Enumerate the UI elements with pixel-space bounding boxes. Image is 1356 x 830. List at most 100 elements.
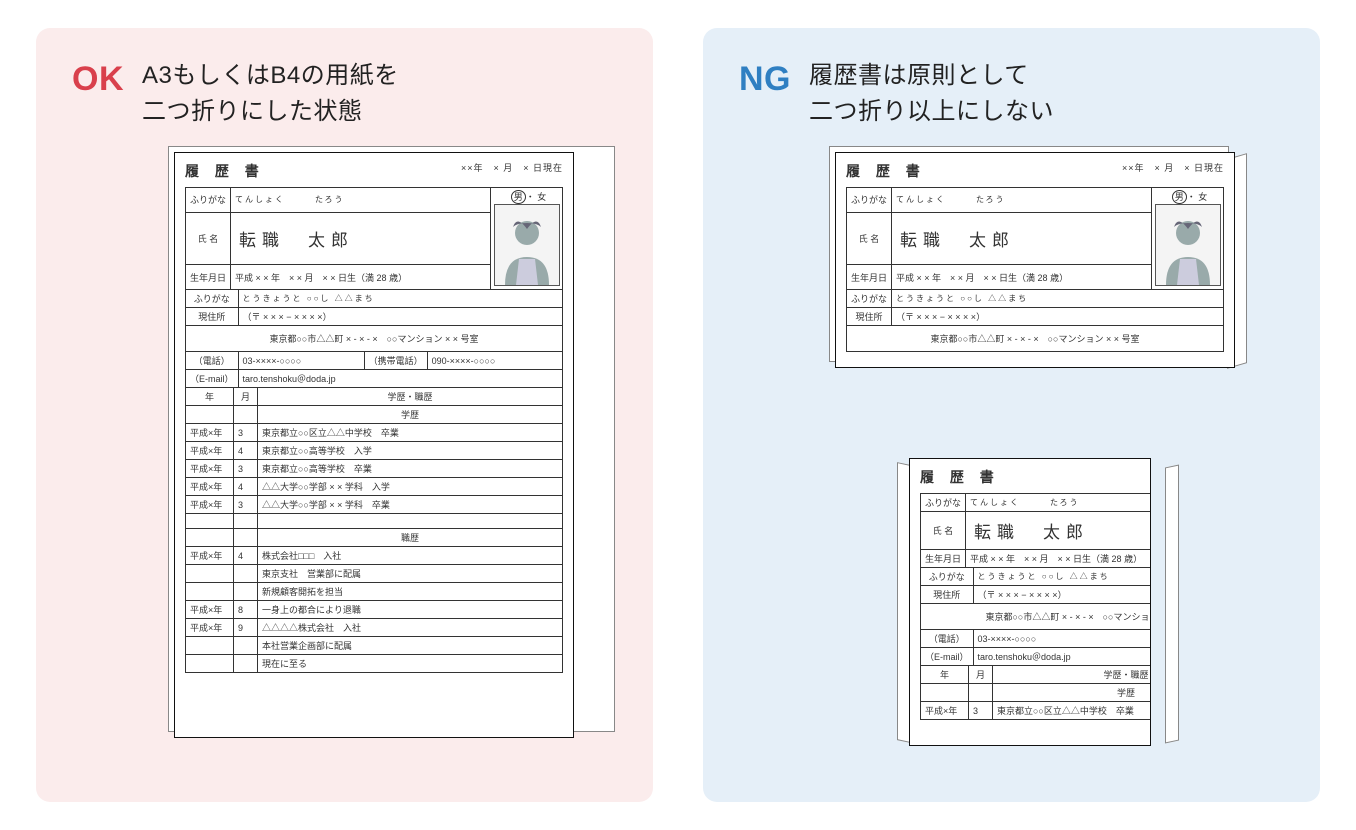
- table-cell: 4: [234, 442, 258, 460]
- table-cell: 東京都立○○高等学校 入学: [258, 442, 563, 460]
- address-table: ふりがな とうきょうと ○○し △△まち 現住所 （〒 × × × − × × …: [185, 289, 563, 388]
- id-photo: [1155, 204, 1221, 286]
- birth-value: 平成 × × 年 × × 月 × × 日生（満 28 歳）: [231, 265, 491, 290]
- name-value: 転職 太郎: [892, 212, 1152, 264]
- photo-cell: 男・ 女: [1152, 188, 1224, 290]
- ng-title-line1: 履歴書は原則として: [809, 62, 1029, 89]
- mobile-label: （携帯電話）: [364, 352, 427, 370]
- table-cell: [186, 583, 234, 601]
- edu-heading: 学歴: [993, 684, 1152, 702]
- identity-table: ふりがな てんしょく たろう 男・ 女 氏 名 転職 太郎: [846, 187, 1224, 290]
- resume-date: ××年 × 月 × 日現在: [461, 161, 563, 174]
- table-cell: [234, 565, 258, 583]
- table-cell: 一身上の都合により退職: [258, 601, 563, 619]
- table-cell: 平成×年: [186, 547, 234, 565]
- table-cell: 3: [234, 424, 258, 442]
- table-cell: 東京都立○○高等学校 卒業: [258, 460, 563, 478]
- resume-sheet: 履 歴 書 ××年 × 月 × 日現在 ふりがな てんしょく たろう 男・ 女: [174, 152, 574, 738]
- birth-label: 生年月日: [847, 265, 892, 290]
- ok-sheet-stack: 履 歴 書 ××年 × 月 × 日現在 ふりがな てんしょく たろう 男・ 女: [174, 152, 621, 738]
- postal: （〒 × × × − × × × ×）: [238, 308, 562, 326]
- table-cell: 平成×年: [186, 619, 234, 637]
- email-label: （E-mail）: [186, 370, 239, 388]
- name-furigana: てんしょく たろう: [966, 494, 1151, 512]
- table-cell: 平成×年: [186, 442, 234, 460]
- resume-title: 履 歴 書: [185, 161, 265, 181]
- id-photo: [494, 204, 560, 286]
- resume-title: 履 歴 書: [920, 467, 1000, 487]
- addr-furigana-label: ふりがな: [186, 290, 239, 308]
- table-cell: [234, 655, 258, 673]
- ng-fold-horizontal: 履 歴 書 ××年 × 月 × 日現在 ふりがな てんしょく たろう 男・ 女: [835, 152, 1235, 368]
- ok-panel: OK A3もしくはB4の用紙を 二つ折りにした状態 履 歴 書 ××年 × 月 …: [36, 28, 653, 802]
- table-cell: [234, 583, 258, 601]
- email-value: taro.tenshoku＠doda.jp: [973, 648, 1151, 666]
- ng-illustration: 履 歴 書 ××年 × 月 × 日現在 ふりがな てんしょく たろう 男・ 女: [739, 152, 1288, 762]
- table-cell: [234, 637, 258, 655]
- tel-value: 03-××××-○○○○: [973, 630, 1151, 648]
- address-value: 東京都○○市△△町 × - × - × ○○マンション × × 号室: [921, 604, 1152, 630]
- table-cell: 8: [234, 601, 258, 619]
- name-label: 氏 名: [921, 512, 966, 550]
- furigana-label: ふりがな: [847, 188, 892, 213]
- table-cell: 3: [969, 702, 993, 720]
- ok-header: OK A3もしくはB4の用紙を 二つ折りにした状態: [72, 58, 621, 130]
- furigana-label: ふりがな: [921, 494, 966, 512]
- ng-title-line2: 二つ折り以上にしない: [809, 98, 1054, 125]
- history-table: 年月学歴・職歴 学歴 平成×年3東京都立○○区立△△中学校 卒業: [920, 665, 1151, 720]
- table-cell: 現在に至る: [258, 655, 563, 673]
- table-cell: [186, 655, 234, 673]
- addr-furigana: とうきょうと ○○し △△まち: [238, 290, 562, 308]
- identity-table: ふりがな てんしょく たろう 男・ 女 氏 名 転職 太郎: [185, 187, 563, 290]
- table-cell: 平成×年: [186, 478, 234, 496]
- name-value: 転職 太郎: [231, 212, 491, 264]
- name-label: 氏 名: [186, 212, 231, 264]
- address-value: 東京都○○市△△町 × - × - × ○○マンション × × 号室: [186, 326, 563, 352]
- resume-title: 履 歴 書: [846, 161, 926, 181]
- history-table: 年 月 学歴・職歴 学歴 平成×年3東京都立○○区立△△中学校 卒業 平成×年4…: [185, 387, 563, 673]
- table-cell: 平成×年: [186, 460, 234, 478]
- fold-flap: [1165, 465, 1179, 744]
- table-cell: 東京支社 営業部に配属: [258, 565, 563, 583]
- ok-title-line1: A3もしくはB4の用紙を: [142, 62, 399, 89]
- table-cell: [186, 637, 234, 655]
- table-cell: 平成×年: [186, 601, 234, 619]
- table-cell: △△大学○○学部 × × 学科 入学: [258, 478, 563, 496]
- resume-sheet-cropped: 履 歴 書 ××年 × 月 × 日現在 ふりがな てんしょく たろう 男・ 女: [835, 152, 1235, 368]
- gender-circle: 男: [511, 190, 526, 204]
- col-month: 月: [234, 388, 258, 406]
- tel-label: （電話）: [921, 630, 974, 648]
- table-cell: △△△△株式会社 入社: [258, 619, 563, 637]
- addr-label: 現住所: [921, 586, 974, 604]
- table-cell: 3: [234, 460, 258, 478]
- gender-circle: 男: [1172, 190, 1187, 204]
- postal: （〒 × × × − × × × ×）: [892, 308, 1224, 326]
- table-cell: 新規顧客開拓を担当: [258, 583, 563, 601]
- col-year: 年: [186, 388, 234, 406]
- ng-panel: NG 履歴書は原則として 二つ折り以上にしない 履 歴 書 ××年 × 月 × …: [703, 28, 1320, 802]
- ng-badge: NG: [739, 58, 791, 96]
- address-value: 東京都○○市△△町 × - × - × ○○マンション × × 号室: [847, 326, 1224, 352]
- col-year: 年: [921, 666, 969, 684]
- addr-label: 現住所: [847, 308, 892, 326]
- table-cell: 本社営業企画部に配属: [258, 637, 563, 655]
- work-heading: 職歴: [258, 529, 563, 547]
- birth-value: 平成 × × 年 × × 月 × × 日生（満 28 歳）: [966, 550, 1151, 568]
- addr-furigana: とうきょうと ○○し △△まち: [892, 290, 1224, 308]
- ng-title: 履歴書は原則として 二つ折り以上にしない: [809, 58, 1054, 130]
- postal: （〒 × × × − × × × ×）: [973, 586, 1151, 604]
- table-cell: 9: [234, 619, 258, 637]
- table-cell: 4: [234, 478, 258, 496]
- furigana-label: ふりがな: [186, 188, 231, 213]
- col-hist: 学歴・職歴: [258, 388, 563, 406]
- resume-date: ××年 × 月 × 日現在: [1122, 161, 1224, 174]
- table-cell: △△大学○○学部 × × 学科 卒業: [258, 496, 563, 514]
- name-furigana: てんしょく たろう: [231, 188, 491, 213]
- photo-cell: 男・ 女: [491, 188, 563, 290]
- table-cell: 4: [234, 547, 258, 565]
- address-table: ふりがなとうきょうと ○○し △△まち 現住所（〒 × × × − × × × …: [846, 289, 1224, 352]
- table-cell: [186, 565, 234, 583]
- table-cell: 平成×年: [921, 702, 969, 720]
- birth-label: 生年月日: [186, 265, 231, 290]
- address-table: ふりがなとうきょうと ○○し △△まち 現住所（〒 × × × − × × × …: [920, 567, 1151, 666]
